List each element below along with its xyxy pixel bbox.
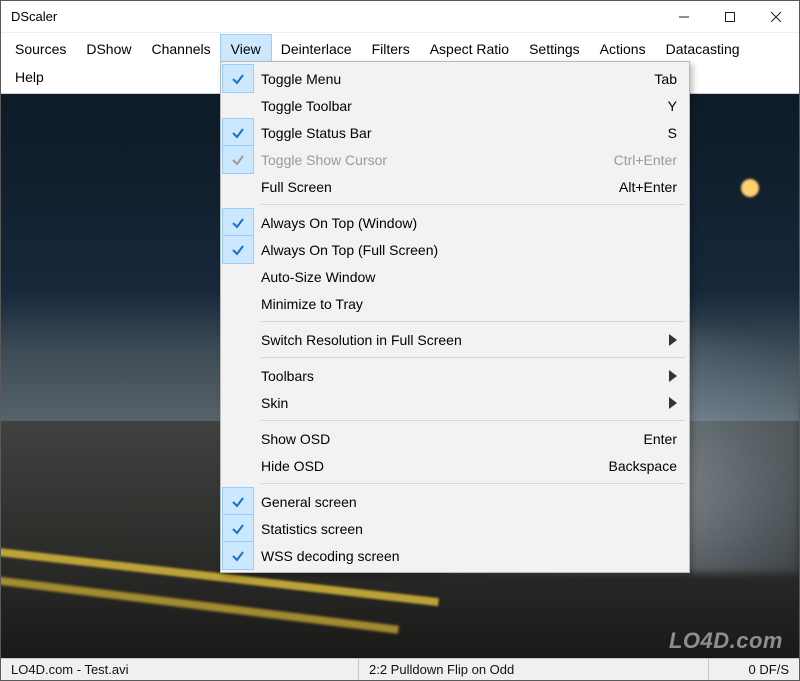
menuitem-label: General screen bbox=[261, 494, 677, 510]
maximize-icon bbox=[725, 12, 735, 22]
menu-separator bbox=[261, 420, 685, 421]
maximize-button[interactable] bbox=[707, 1, 753, 32]
check-icon bbox=[223, 236, 253, 263]
check-icon bbox=[223, 263, 253, 290]
menuitem-shortcut: Backspace bbox=[589, 458, 677, 474]
status-fps: 0 DF/S bbox=[709, 659, 799, 680]
menuitem-shortcut: Alt+Enter bbox=[599, 179, 677, 195]
menuitem-label: Show OSD bbox=[261, 431, 624, 447]
menuitem-label: Toggle Status Bar bbox=[261, 125, 648, 141]
menuitem-general-screen[interactable]: General screen bbox=[223, 488, 687, 515]
menuitem-shortcut: Tab bbox=[634, 71, 677, 87]
menuitem-label: Auto-Size Window bbox=[261, 269, 677, 285]
check-icon bbox=[223, 65, 253, 92]
submenu-arrow-icon bbox=[669, 397, 677, 409]
check-icon bbox=[223, 173, 253, 200]
menuitem-label: WSS decoding screen bbox=[261, 548, 677, 564]
check-icon bbox=[223, 362, 253, 389]
menu-separator bbox=[261, 321, 685, 322]
menuitem-shortcut: Enter bbox=[624, 431, 677, 447]
menuitem-toggle-menu[interactable]: Toggle MenuTab bbox=[223, 65, 687, 92]
check-icon bbox=[223, 488, 253, 515]
menu-sources[interactable]: Sources bbox=[5, 35, 76, 63]
close-icon bbox=[771, 12, 781, 22]
check-icon bbox=[223, 542, 253, 569]
menu-settings[interactable]: Settings bbox=[519, 35, 590, 63]
menuitem-label: Minimize to Tray bbox=[261, 296, 677, 312]
menuitem-label: Always On Top (Window) bbox=[261, 215, 677, 231]
window-title: DScaler bbox=[1, 9, 661, 24]
menuitem-label: Toggle Show Cursor bbox=[261, 152, 594, 168]
menuitem-label: Toggle Toolbar bbox=[261, 98, 648, 114]
menuitem-full-screen[interactable]: Full ScreenAlt+Enter bbox=[223, 173, 687, 200]
menuitem-label: Full Screen bbox=[261, 179, 599, 195]
status-source: LO4D.com - Test.avi bbox=[1, 659, 359, 680]
menu-actions[interactable]: Actions bbox=[590, 35, 656, 63]
check-icon bbox=[223, 389, 253, 416]
menu-view[interactable]: View bbox=[221, 35, 271, 63]
check-icon bbox=[223, 326, 253, 353]
menuitem-label: Always On Top (Full Screen) bbox=[261, 242, 677, 258]
statusbar: LO4D.com - Test.avi 2:2 Pulldown Flip on… bbox=[1, 658, 799, 680]
menuitem-auto-size-window[interactable]: Auto-Size Window bbox=[223, 263, 687, 290]
menuitem-label: Hide OSD bbox=[261, 458, 589, 474]
status-mode: 2:2 Pulldown Flip on Odd bbox=[359, 659, 709, 680]
menuitem-show-osd[interactable]: Show OSDEnter bbox=[223, 425, 687, 452]
menuitem-shortcut: Y bbox=[648, 98, 677, 114]
check-icon bbox=[223, 425, 253, 452]
menu-filters[interactable]: Filters bbox=[362, 35, 420, 63]
menuitem-toggle-status-bar[interactable]: Toggle Status BarS bbox=[223, 119, 687, 146]
menuitem-wss-decoding-screen[interactable]: WSS decoding screen bbox=[223, 542, 687, 569]
menuitem-always-on-top-full-screen[interactable]: Always On Top (Full Screen) bbox=[223, 236, 687, 263]
check-icon bbox=[223, 515, 253, 542]
menu-separator bbox=[261, 483, 685, 484]
check-icon bbox=[223, 452, 253, 479]
menuitem-switch-resolution-in-full-screen[interactable]: Switch Resolution in Full Screen bbox=[223, 326, 687, 353]
minimize-button[interactable] bbox=[661, 1, 707, 32]
menuitem-statistics-screen[interactable]: Statistics screen bbox=[223, 515, 687, 542]
menu-separator bbox=[261, 357, 685, 358]
check-icon bbox=[223, 290, 253, 317]
menu-datacasting[interactable]: Datacasting bbox=[656, 35, 750, 63]
menuitem-skin[interactable]: Skin bbox=[223, 389, 687, 416]
menu-aspect-ratio[interactable]: Aspect Ratio bbox=[420, 35, 519, 63]
check-icon bbox=[223, 119, 253, 146]
menuitem-toolbars[interactable]: Toolbars bbox=[223, 362, 687, 389]
menuitem-label: Toggle Menu bbox=[261, 71, 634, 87]
check-icon bbox=[223, 92, 253, 119]
menu-separator bbox=[261, 204, 685, 205]
menuitem-minimize-to-tray[interactable]: Minimize to Tray bbox=[223, 290, 687, 317]
menuitem-shortcut: S bbox=[648, 125, 677, 141]
menuitem-label: Switch Resolution in Full Screen bbox=[261, 332, 669, 348]
menu-dshow[interactable]: DShow bbox=[76, 35, 141, 63]
menuitem-always-on-top-window[interactable]: Always On Top (Window) bbox=[223, 209, 687, 236]
titlebar: DScaler bbox=[1, 1, 799, 33]
menuitem-label: Statistics screen bbox=[261, 521, 677, 537]
submenu-arrow-icon bbox=[669, 334, 677, 346]
check-icon bbox=[223, 146, 253, 173]
view-menu-dropdown: Toggle MenuTabToggle ToolbarYToggle Stat… bbox=[220, 61, 690, 573]
minimize-icon bbox=[679, 12, 689, 22]
window-controls bbox=[661, 1, 799, 32]
menuitem-label: Toolbars bbox=[261, 368, 669, 384]
menuitem-hide-osd[interactable]: Hide OSDBackspace bbox=[223, 452, 687, 479]
check-icon bbox=[223, 209, 253, 236]
close-button[interactable] bbox=[753, 1, 799, 32]
app-window: DScaler SourcesDShowChannelsViewDeinterl… bbox=[0, 0, 800, 681]
menuitem-shortcut: Ctrl+Enter bbox=[594, 152, 677, 168]
menu-deinterlace[interactable]: Deinterlace bbox=[271, 35, 362, 63]
menuitem-toggle-toolbar[interactable]: Toggle ToolbarY bbox=[223, 92, 687, 119]
menuitem-toggle-show-cursor: Toggle Show CursorCtrl+Enter bbox=[223, 146, 687, 173]
menu-help[interactable]: Help bbox=[5, 63, 54, 91]
submenu-arrow-icon bbox=[669, 370, 677, 382]
menuitem-label: Skin bbox=[261, 395, 669, 411]
menu-channels[interactable]: Channels bbox=[142, 35, 221, 63]
